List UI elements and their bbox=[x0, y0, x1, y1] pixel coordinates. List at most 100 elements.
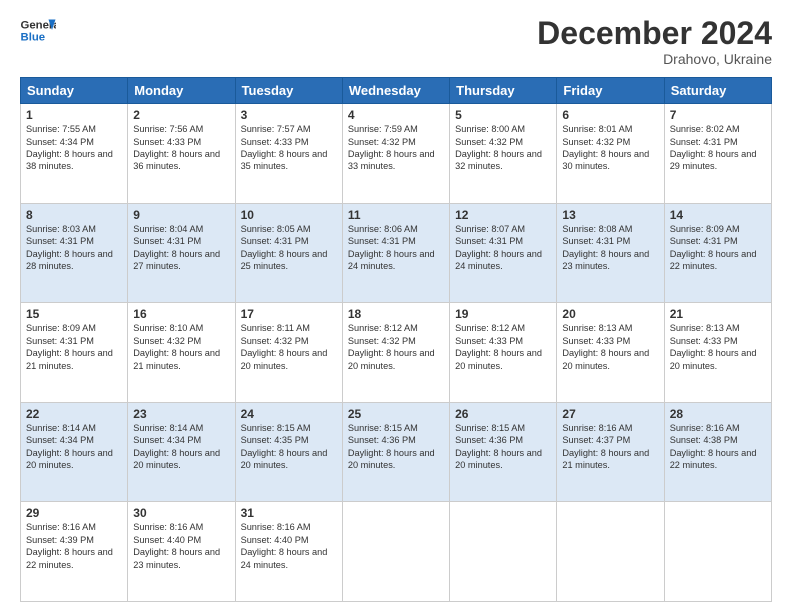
calendar-header-row: Sunday Monday Tuesday Wednesday Thursday… bbox=[21, 78, 772, 104]
day-info: Sunrise: 8:00 AMSunset: 4:32 PMDaylight:… bbox=[455, 123, 551, 173]
calendar-week-1: 1Sunrise: 7:55 AMSunset: 4:34 PMDaylight… bbox=[21, 104, 772, 204]
month-title: December 2024 bbox=[537, 16, 772, 51]
header: General Blue December 2024 Drahovo, Ukra… bbox=[20, 16, 772, 67]
day-number: 30 bbox=[133, 506, 229, 520]
calendar-cell: 14Sunrise: 8:09 AMSunset: 4:31 PMDayligh… bbox=[664, 203, 771, 303]
day-number: 24 bbox=[241, 407, 337, 421]
day-number: 3 bbox=[241, 108, 337, 122]
calendar-week-4: 22 Sunrise: 8:14 AMSunset: 4:34 PMDayligh… bbox=[21, 402, 772, 502]
day-info: Sunrise: 8:16 AMSunset: 4:39 PMDaylight:… bbox=[26, 521, 122, 571]
calendar-cell: 7Sunrise: 8:02 AMSunset: 4:31 PMDaylight… bbox=[664, 104, 771, 204]
calendar-cell: 25Sunrise: 8:15 AMSunset: 4:36 PMDayligh… bbox=[342, 402, 449, 502]
day-info: Sunrise: 8:03 AMSunset: 4:31 PMDaylight:… bbox=[26, 223, 122, 273]
day-info: Sunrise: 8:12 AMSunset: 4:33 PMDaylight:… bbox=[455, 322, 551, 372]
calendar-week-5: 29Sunrise: 8:16 AMSunset: 4:39 PMDayligh… bbox=[21, 502, 772, 602]
col-saturday: Saturday bbox=[664, 78, 771, 104]
day-number: 8 bbox=[26, 208, 122, 222]
calendar-cell: 17Sunrise: 8:11 AMSunset: 4:32 PMDayligh… bbox=[235, 303, 342, 403]
calendar-cell: 26Sunrise: 8:15 AMSunset: 4:36 PMDayligh… bbox=[450, 402, 557, 502]
day-number: 5 bbox=[455, 108, 551, 122]
day-info: Sunrise: 8:09 AMSunset: 4:31 PMDaylight:… bbox=[670, 223, 766, 273]
day-number: 31 bbox=[241, 506, 337, 520]
calendar-cell: 16Sunrise: 8:10 AMSunset: 4:32 PMDayligh… bbox=[128, 303, 235, 403]
day-info: Sunrise: 8:16 AMSunset: 4:38 PMDaylight:… bbox=[670, 422, 766, 472]
col-thursday: Thursday bbox=[450, 78, 557, 104]
day-number: 2 bbox=[133, 108, 229, 122]
day-number: 1 bbox=[26, 108, 122, 122]
calendar-cell: 2Sunrise: 7:56 AMSunset: 4:33 PMDaylight… bbox=[128, 104, 235, 204]
calendar-cell: 18Sunrise: 8:12 AMSunset: 4:32 PMDayligh… bbox=[342, 303, 449, 403]
day-number: 10 bbox=[241, 208, 337, 222]
calendar-cell: 9Sunrise: 8:04 AMSunset: 4:31 PMDaylight… bbox=[128, 203, 235, 303]
day-info: Sunrise: 8:15 AMSunset: 4:35 PMDaylight:… bbox=[241, 422, 337, 472]
day-number: 29 bbox=[26, 506, 122, 520]
col-sunday: Sunday bbox=[21, 78, 128, 104]
day-number: 17 bbox=[241, 307, 337, 321]
day-number: 7 bbox=[670, 108, 766, 122]
day-number: 27 bbox=[562, 407, 658, 421]
calendar-cell: 27Sunrise: 8:16 AMSunset: 4:37 PMDayligh… bbox=[557, 402, 664, 502]
day-number: 28 bbox=[670, 407, 766, 421]
day-info: Sunrise: 8:16 AMSunset: 4:40 PMDaylight:… bbox=[133, 521, 229, 571]
calendar-cell: 23Sunrise: 8:14 AMSunset: 4:34 PMDayligh… bbox=[128, 402, 235, 502]
calendar-cell bbox=[450, 502, 557, 602]
day-number: 22 bbox=[26, 407, 122, 421]
day-number: 6 bbox=[562, 108, 658, 122]
col-wednesday: Wednesday bbox=[342, 78, 449, 104]
calendar-week-3: 15Sunrise: 8:09 AMSunset: 4:31 PMDayligh… bbox=[21, 303, 772, 403]
day-info: Sunrise: 8:12 AMSunset: 4:32 PMDaylight:… bbox=[348, 322, 444, 372]
day-info: Sunrise: 7:59 AMSunset: 4:32 PMDaylight:… bbox=[348, 123, 444, 173]
calendar-cell: 1Sunrise: 7:55 AMSunset: 4:34 PMDaylight… bbox=[21, 104, 128, 204]
day-number: 4 bbox=[348, 108, 444, 122]
day-info: Sunrise: 8:04 AMSunset: 4:31 PMDaylight:… bbox=[133, 223, 229, 273]
day-info: Sunrise: 8:13 AMSunset: 4:33 PMDaylight:… bbox=[670, 322, 766, 372]
day-number: 25 bbox=[348, 407, 444, 421]
day-info: Sunrise: 7:57 AMSunset: 4:33 PMDaylight:… bbox=[241, 123, 337, 173]
calendar-cell bbox=[342, 502, 449, 602]
col-friday: Friday bbox=[557, 78, 664, 104]
day-number: 9 bbox=[133, 208, 229, 222]
day-info: Sunrise: 8:01 AMSunset: 4:32 PMDaylight:… bbox=[562, 123, 658, 173]
calendar-cell: 3Sunrise: 7:57 AMSunset: 4:33 PMDaylight… bbox=[235, 104, 342, 204]
calendar-cell: 21Sunrise: 8:13 AMSunset: 4:33 PMDayligh… bbox=[664, 303, 771, 403]
day-info: Sunrise: 8:05 AMSunset: 4:31 PMDaylight:… bbox=[241, 223, 337, 273]
day-info: Sunrise: 8:13 AMSunset: 4:33 PMDaylight:… bbox=[562, 322, 658, 372]
calendar-cell: 4Sunrise: 7:59 AMSunset: 4:32 PMDaylight… bbox=[342, 104, 449, 204]
day-number: 11 bbox=[348, 208, 444, 222]
calendar-week-2: 8Sunrise: 8:03 AMSunset: 4:31 PMDaylight… bbox=[21, 203, 772, 303]
calendar-cell: 15Sunrise: 8:09 AMSunset: 4:31 PMDayligh… bbox=[21, 303, 128, 403]
day-info: Sunrise: 8:15 AMSunset: 4:36 PMDaylight:… bbox=[455, 422, 551, 472]
day-number: 26 bbox=[455, 407, 551, 421]
calendar-cell: 24Sunrise: 8:15 AMSunset: 4:35 PMDayligh… bbox=[235, 402, 342, 502]
calendar-cell: 30Sunrise: 8:16 AMSunset: 4:40 PMDayligh… bbox=[128, 502, 235, 602]
col-tuesday: Tuesday bbox=[235, 78, 342, 104]
calendar-cell: 6Sunrise: 8:01 AMSunset: 4:32 PMDaylight… bbox=[557, 104, 664, 204]
day-info: Sunrise: 7:55 AMSunset: 4:34 PMDaylight:… bbox=[26, 123, 122, 173]
calendar-cell: 28Sunrise: 8:16 AMSunset: 4:38 PMDayligh… bbox=[664, 402, 771, 502]
calendar-cell: 11Sunrise: 8:06 AMSunset: 4:31 PMDayligh… bbox=[342, 203, 449, 303]
location: Drahovo, Ukraine bbox=[537, 51, 772, 67]
day-info: Sunrise: 8:14 AMSunset: 4:34 PMDaylight:… bbox=[133, 422, 229, 472]
calendar-cell bbox=[557, 502, 664, 602]
day-info: Sunrise: 8:10 AMSunset: 4:32 PMDaylight:… bbox=[133, 322, 229, 372]
calendar-cell: 8Sunrise: 8:03 AMSunset: 4:31 PMDaylight… bbox=[21, 203, 128, 303]
day-info: Sunrise: 7:56 AMSunset: 4:33 PMDaylight:… bbox=[133, 123, 229, 173]
day-info: Sunrise: 8:08 AMSunset: 4:31 PMDaylight:… bbox=[562, 223, 658, 273]
day-info: Sunrise: 8:16 AMSunset: 4:37 PMDaylight:… bbox=[562, 422, 658, 472]
day-info: Sunrise: 8:11 AMSunset: 4:32 PMDaylight:… bbox=[241, 322, 337, 372]
day-info: Sunrise: 8:15 AMSunset: 4:36 PMDaylight:… bbox=[348, 422, 444, 472]
calendar-cell: 29Sunrise: 8:16 AMSunset: 4:39 PMDayligh… bbox=[21, 502, 128, 602]
calendar-cell: 10Sunrise: 8:05 AMSunset: 4:31 PMDayligh… bbox=[235, 203, 342, 303]
calendar-cell: 19Sunrise: 8:12 AMSunset: 4:33 PMDayligh… bbox=[450, 303, 557, 403]
logo: General Blue bbox=[20, 16, 56, 44]
calendar-cell: 31Sunrise: 8:16 AMSunset: 4:40 PMDayligh… bbox=[235, 502, 342, 602]
col-monday: Monday bbox=[128, 78, 235, 104]
calendar-cell: 20Sunrise: 8:13 AMSunset: 4:33 PMDayligh… bbox=[557, 303, 664, 403]
calendar-cell: 12Sunrise: 8:07 AMSunset: 4:31 PMDayligh… bbox=[450, 203, 557, 303]
day-number: 23 bbox=[133, 407, 229, 421]
calendar-table: Sunday Monday Tuesday Wednesday Thursday… bbox=[20, 77, 772, 602]
svg-text:Blue: Blue bbox=[21, 32, 46, 44]
title-block: December 2024 Drahovo, Ukraine bbox=[537, 16, 772, 67]
day-number: 20 bbox=[562, 307, 658, 321]
day-number: 21 bbox=[670, 307, 766, 321]
